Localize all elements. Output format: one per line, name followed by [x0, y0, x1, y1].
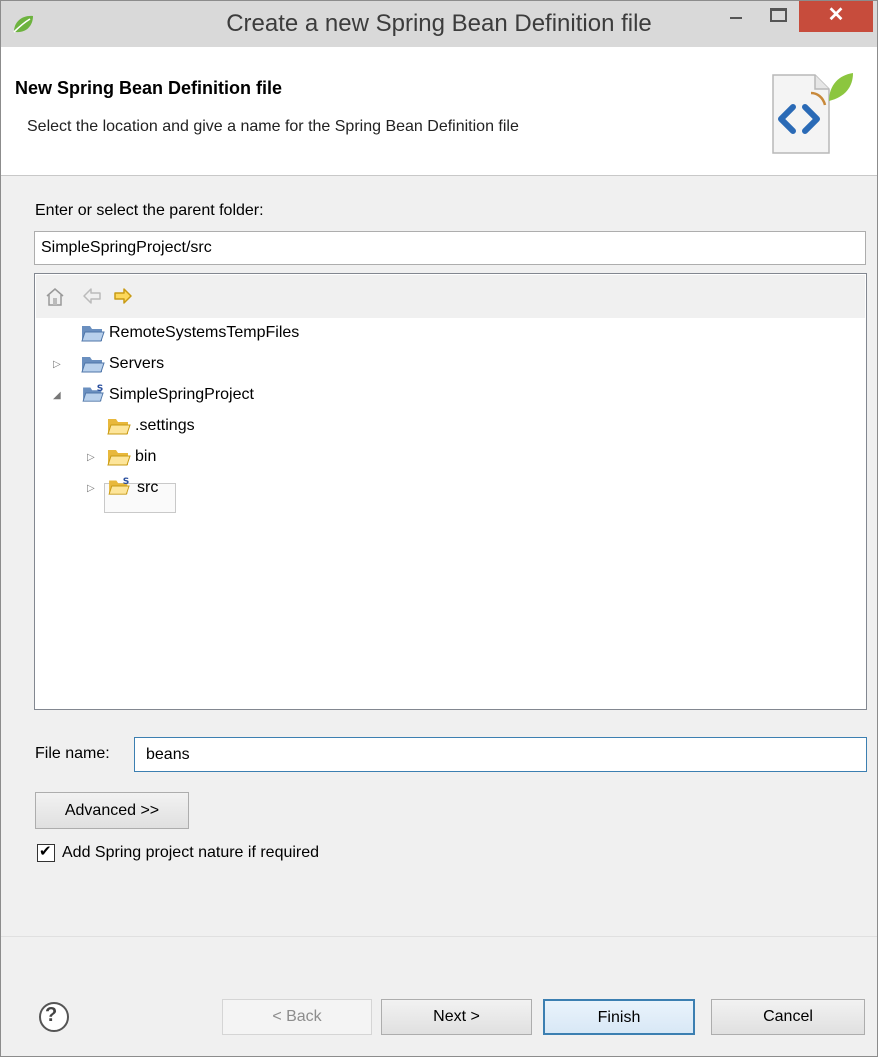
- tree-item-label: bin: [135, 448, 157, 465]
- file-name-label: File name:: [35, 745, 110, 762]
- next-button[interactable]: Next >: [381, 999, 532, 1035]
- forward-arrow-icon[interactable]: [113, 287, 133, 305]
- collapse-arrow-icon[interactable]: ◢: [53, 382, 61, 410]
- page-description: Select the location and give a name for …: [27, 118, 519, 135]
- close-button[interactable]: ✕: [799, 1, 873, 32]
- svg-text:S: S: [123, 477, 130, 487]
- tree-item-remotesystemstempfiles[interactable]: RemoteSystemsTempFiles: [35, 319, 835, 347]
- tree-toolbar: [36, 275, 865, 318]
- folder-icon: [107, 450, 131, 466]
- project-folder-icon: [81, 326, 105, 342]
- tree-item-label: src: [137, 479, 159, 496]
- minimize-button[interactable]: [721, 1, 751, 32]
- finish-button[interactable]: Finish: [543, 999, 695, 1035]
- back-button[interactable]: < Back: [222, 999, 372, 1035]
- expand-arrow-icon[interactable]: ▷: [87, 475, 95, 503]
- tree-item-simplespringproject[interactable]: ◢ S SimpleSpringProject: [35, 381, 835, 409]
- back-arrow-icon[interactable]: [82, 287, 102, 305]
- footer-separator: [1, 936, 877, 937]
- parent-folder-input[interactable]: SimpleSpringProject/src: [34, 231, 866, 265]
- folder-icon: [107, 419, 131, 435]
- parent-folder-label: Enter or select the parent folder:: [35, 202, 264, 219]
- advanced-button[interactable]: Advanced >>: [35, 792, 189, 829]
- project-folder-icon: [81, 357, 105, 373]
- tree-item-label: SimpleSpringProject: [109, 386, 254, 403]
- checkmark-icon: ✔: [39, 843, 52, 860]
- page-title: New Spring Bean Definition file: [15, 78, 283, 98]
- expand-arrow-icon[interactable]: ▷: [87, 444, 95, 472]
- tree-item-label: Servers: [109, 355, 165, 372]
- svg-text:S: S: [97, 384, 104, 394]
- spring-project-icon: S: [82, 384, 104, 402]
- spring-nature-label: Add Spring project nature if required: [62, 844, 320, 861]
- file-name-input[interactable]: beans: [134, 737, 867, 772]
- tree-item-label: RemoteSystemsTempFiles: [109, 324, 300, 341]
- folder-tree[interactable]: RemoteSystemsTempFiles ▷ Servers ◢ S Sim…: [34, 273, 867, 710]
- tree-item-settings[interactable]: .settings: [35, 412, 835, 440]
- expand-arrow-icon[interactable]: ▷: [53, 351, 61, 379]
- cancel-button[interactable]: Cancel: [711, 999, 865, 1035]
- home-icon[interactable]: [46, 287, 64, 307]
- help-symbol: ?: [45, 1004, 58, 1026]
- header-banner: New Spring Bean Definition file Select t…: [1, 47, 877, 176]
- spring-nature-checkbox[interactable]: ✔: [37, 843, 55, 862]
- tree-item-servers[interactable]: ▷ Servers: [35, 350, 835, 378]
- title-bar[interactable]: Create a new Spring Bean Definition file…: [1, 1, 877, 47]
- tree-item-label: .settings: [135, 417, 195, 434]
- maximize-button[interactable]: [759, 1, 795, 32]
- spring-source-folder-icon: S: [108, 477, 130, 495]
- tree-item-bin[interactable]: ▷ bin: [35, 443, 835, 471]
- tree-item-src[interactable]: ▷ S src: [35, 474, 835, 502]
- spring-xml-file-icon: [772, 73, 853, 154]
- dialog-window: Create a new Spring Bean Definition file…: [0, 0, 878, 1057]
